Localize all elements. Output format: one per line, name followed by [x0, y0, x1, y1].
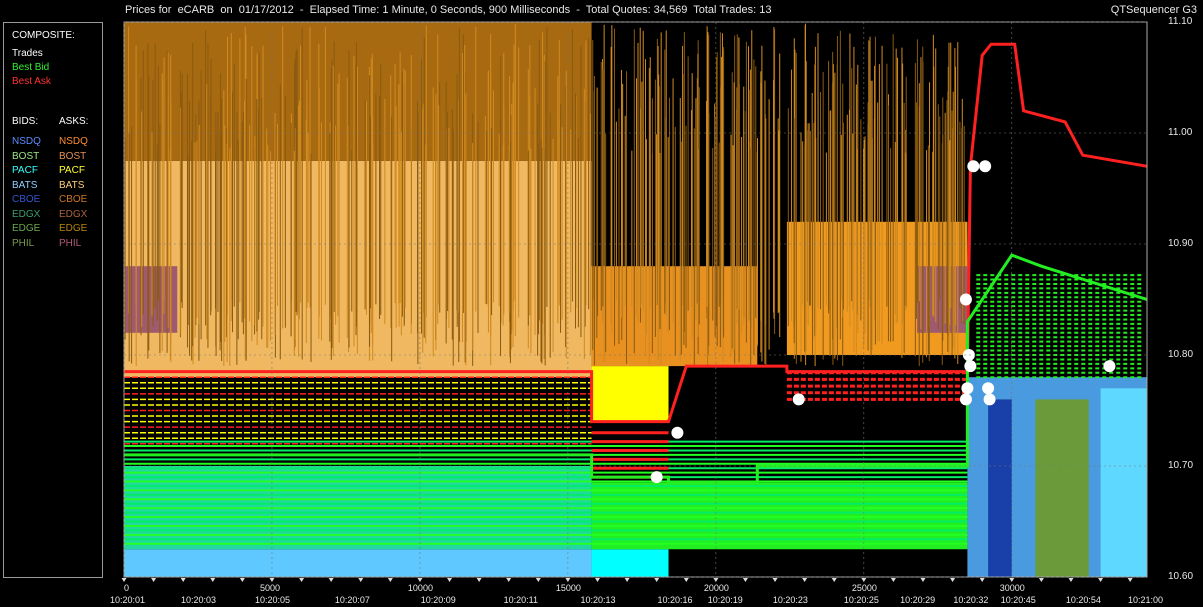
bid-band-6	[1100, 388, 1147, 577]
x-tick-mark	[417, 578, 423, 582]
trade-point	[959, 293, 972, 306]
trade-point	[792, 393, 805, 406]
x-tick-mark	[151, 578, 157, 582]
x-ticks	[121, 578, 1133, 582]
x-tick-mark	[269, 578, 275, 582]
x-tick-mark	[594, 578, 600, 582]
x-tick-mark	[299, 578, 305, 582]
trade-point	[959, 393, 972, 406]
x-tick-mark	[772, 578, 778, 582]
y-tick-label: 11.10	[1168, 16, 1193, 27]
price-chart	[121, 21, 1148, 582]
x-tick-mark	[920, 578, 926, 582]
y-tick-label: 10.60	[1168, 571, 1194, 582]
x-tick-label: 15000	[555, 583, 581, 593]
x-tick-mark	[328, 578, 334, 582]
bid-band-2	[591, 549, 669, 577]
time-label: 10:20:07	[334, 595, 370, 605]
x-tick-mark	[447, 578, 453, 582]
x-tick-mark	[831, 578, 837, 582]
time-label: 10:20:45	[1000, 595, 1036, 605]
time-label: 10:20:32	[953, 595, 989, 605]
trade-point	[1103, 360, 1116, 373]
x-tick-mark	[890, 578, 896, 582]
x-tick-mark	[239, 578, 245, 582]
x-tick-mark	[861, 578, 867, 582]
trade-point	[650, 471, 663, 484]
x-tick-mark	[506, 578, 512, 582]
x-tick-mark	[1068, 578, 1074, 582]
x-tick-mark	[683, 578, 689, 582]
x-tick-mark	[950, 578, 956, 582]
trade-point	[964, 360, 977, 373]
bid-band-7	[1035, 399, 1089, 577]
time-label: 10:20:54	[1065, 595, 1101, 605]
plot-area	[124, 22, 1147, 577]
x-tick-mark	[565, 578, 571, 582]
trade-point	[961, 382, 974, 395]
time-label: 10:20:25	[843, 595, 879, 605]
x-tick-label: 5000	[259, 583, 280, 593]
time-label: 10:20:19	[707, 595, 743, 605]
x-tick-mark	[387, 578, 393, 582]
time-label: 10:20:23	[772, 595, 808, 605]
bid-band-5	[988, 399, 1012, 577]
time-label: 10:20:16	[657, 595, 693, 605]
x-tick-label: 25000	[851, 583, 877, 593]
x-tick-mark	[1127, 578, 1133, 582]
x-tick-label: 20000	[703, 583, 729, 593]
x-tick-mark	[535, 578, 541, 582]
trade-point	[982, 382, 995, 395]
x-tick-mark	[358, 578, 364, 582]
y-tick-label: 11.00	[1168, 127, 1193, 138]
x-tick-label: 30000	[999, 583, 1025, 593]
time-label: 10:21:00	[1127, 595, 1164, 605]
bid-band-0	[124, 549, 592, 577]
time-label: 10:20:11	[503, 595, 538, 605]
trade-point	[967, 160, 980, 173]
x-tick-mark	[624, 578, 630, 582]
ask-dots	[124, 370, 968, 479]
time-label: 10:20:09	[420, 595, 456, 605]
x-tick-label: 0	[124, 583, 130, 593]
trade-point	[671, 426, 684, 439]
x-tick-mark	[121, 578, 127, 582]
time-label: 10:20:13	[580, 595, 616, 605]
x-tick-mark	[654, 578, 660, 582]
time-label: 10:20:05	[255, 595, 291, 605]
x-tick-mark	[180, 578, 186, 582]
x-tick-mark	[1009, 578, 1015, 582]
y-tick-label: 10.70	[1168, 460, 1194, 471]
x-tick-mark	[713, 578, 719, 582]
x-tick-label: 10000	[407, 583, 433, 593]
x-tick-mark	[476, 578, 482, 582]
time-label: 10:20:29	[900, 595, 936, 605]
x-tick-mark	[210, 578, 216, 582]
time-label: 10:20:01	[110, 595, 146, 605]
x-tick-mark	[1098, 578, 1104, 582]
x-tick-mark	[742, 578, 748, 582]
x-tick-mark	[1038, 578, 1044, 582]
x-tick-mark	[802, 578, 808, 582]
y-tick-label: 10.80	[1168, 349, 1194, 360]
ask-band-2	[591, 366, 669, 422]
x-tick-mark	[979, 578, 985, 582]
trade-point	[979, 160, 992, 173]
time-label: 10:20:03	[181, 595, 217, 605]
trade-point	[983, 393, 996, 406]
y-tick-label: 10.90	[1168, 238, 1194, 249]
